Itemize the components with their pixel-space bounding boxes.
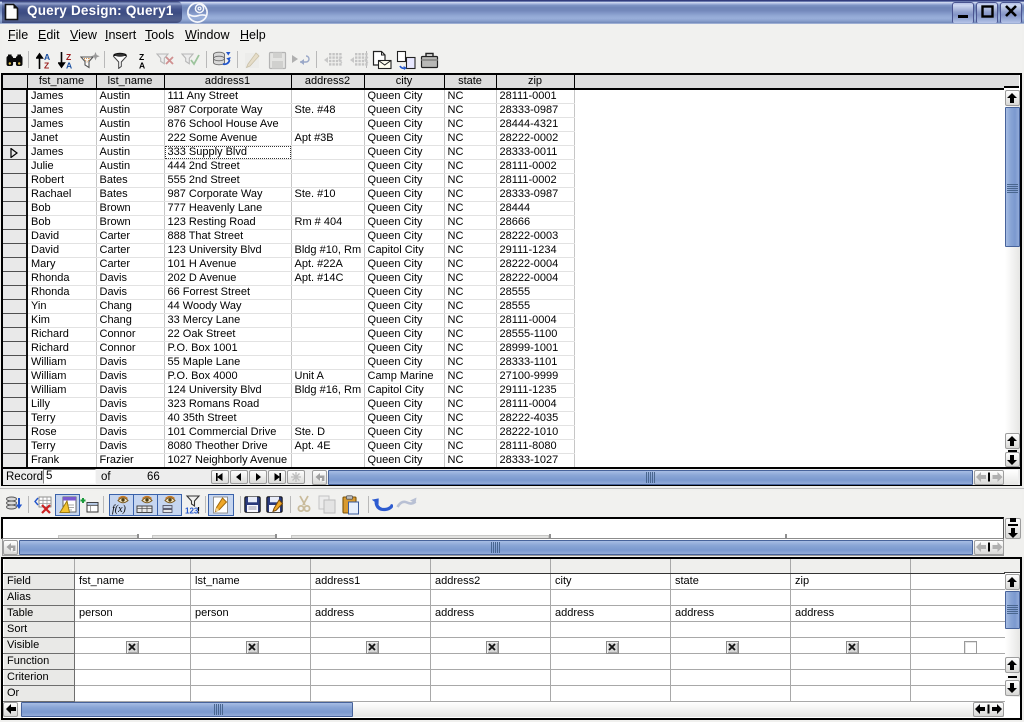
svg-text:!: ! — [197, 506, 200, 516]
svg-text:Z: Z — [44, 61, 49, 70]
svg-text:A: A — [66, 61, 72, 70]
svg-text:A: A — [139, 61, 145, 70]
svg-text:f(x): f(x) — [112, 504, 127, 515]
